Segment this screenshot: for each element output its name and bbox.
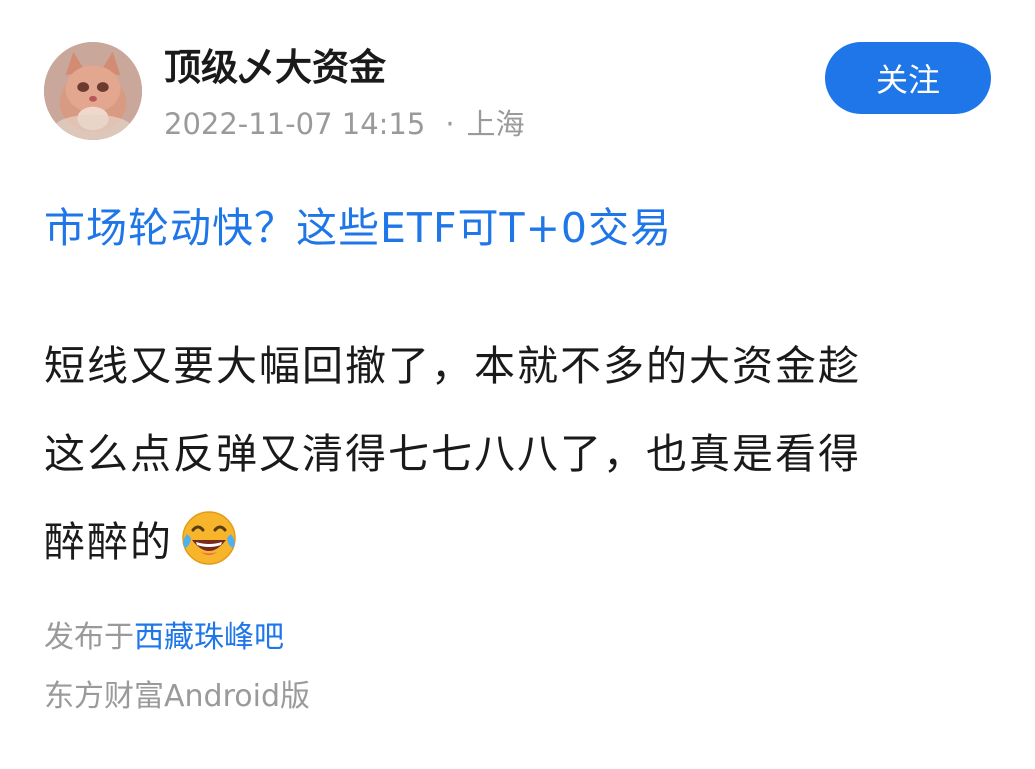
- follow-button[interactable]: 关注: [825, 42, 991, 114]
- post-detail-page: 顶级乄大资金 2022-11-07 14:15 · 上海 关注 市场轮动快？这些ET…: [0, 0, 1035, 769]
- cat-avatar-icon[interactable]: [44, 42, 142, 140]
- post-body-line-last: 醉醉的: [44, 498, 1004, 586]
- author-name[interactable]: 顶级乄大资金: [164, 44, 386, 92]
- client-source: 东方财富Android版: [44, 679, 310, 714]
- post-datetime: 2022-11-07 14:15: [164, 107, 426, 141]
- published-prefix: 发布于: [44, 620, 134, 655]
- post-title-link[interactable]: 市场轮动快？这些ETF可T+0交易: [44, 200, 672, 256]
- published-in: 发布于西藏珠峰吧: [44, 618, 284, 658]
- forum-link[interactable]: 西藏珠峰吧: [134, 620, 284, 655]
- post-meta: 2022-11-07 14:15 · 上海: [164, 105, 525, 143]
- post-body-line: 这么点反弹又清得七七八八了，也真是看得: [44, 430, 861, 478]
- laughing-tears-emoji-icon: [179, 508, 239, 568]
- post-body-line: 短线又要大幅回撤了，本就不多的大资金趁: [44, 342, 861, 390]
- meta-separator: ·: [445, 107, 455, 141]
- post-body-line-text: 醉醉的: [44, 518, 173, 566]
- post-body: 短线又要大幅回撤了，本就不多的大资金趁 这么点反弹又清得七七八八了，也真是看得 …: [44, 322, 1004, 586]
- post-location: 上海: [466, 107, 525, 141]
